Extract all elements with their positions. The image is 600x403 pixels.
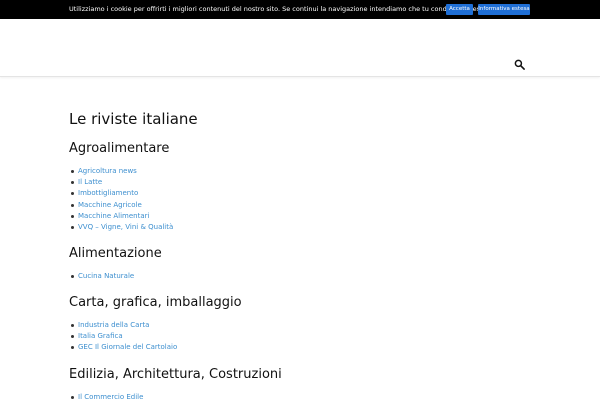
list-item: Italia Grafica [69, 331, 177, 342]
list-item: VVQ – Vigne, Vini & Qualità [69, 222, 173, 233]
magazine-link[interactable]: VVQ – Vigne, Vini & Qualità [78, 223, 173, 231]
list-item: Il Commercio Edile [69, 392, 143, 403]
magazine-link[interactable]: Italia Grafica [78, 332, 123, 340]
list-item: GEC Il Giornale del Cartolaio [69, 342, 177, 353]
list-item: Il Latte [69, 177, 173, 188]
magazine-list-agroalimentare: Agricoltura news Il Latte Imbottigliamen… [69, 166, 173, 233]
site-header [0, 19, 600, 77]
list-item: Agricoltura news [69, 166, 173, 177]
magazine-link[interactable]: GEC Il Giornale del Cartolaio [78, 343, 177, 351]
magazine-link[interactable]: Industria della Carta [78, 321, 149, 329]
magazine-list-alimentazione: Cucina Naturale [69, 271, 134, 282]
section-title-agroalimentare: Agroalimentare [69, 141, 170, 156]
magazine-link[interactable]: Macchine Agricole [78, 201, 142, 209]
magazine-link[interactable]: Il Latte [78, 178, 102, 186]
section-title-carta-grafica: Carta, grafica, imballaggio [69, 295, 242, 310]
page-title: Le riviste italiane [69, 110, 198, 128]
search-icon[interactable] [514, 59, 525, 70]
accept-cookies-button[interactable]: Accetta [446, 4, 473, 15]
magazine-link[interactable]: Imbottigliamento [78, 189, 138, 197]
magazine-link[interactable]: Cucina Naturale [78, 272, 134, 280]
section-title-alimentazione: Alimentazione [69, 246, 162, 261]
list-item: Cucina Naturale [69, 271, 134, 282]
cookie-bar: Utilizziamo i cookie per offrirti i migl… [0, 0, 600, 19]
list-item: Imbottigliamento [69, 188, 173, 199]
list-item: Industria della Carta [69, 320, 177, 331]
list-item: Macchine Agricole [69, 200, 173, 211]
magazine-list-edilizia: Il Commercio Edile [69, 392, 143, 403]
section-title-edilizia: Edilizia, Architettura, Costruzioni [69, 367, 282, 382]
cookie-info-button[interactable]: Informativa estesa [478, 4, 530, 15]
list-item: Macchine Alimentari [69, 211, 173, 222]
magazine-list-carta-grafica: Industria della Carta Italia Grafica GEC… [69, 320, 177, 354]
magazine-link[interactable]: Macchine Alimentari [78, 212, 149, 220]
magazine-link[interactable]: Agricoltura news [78, 167, 137, 175]
